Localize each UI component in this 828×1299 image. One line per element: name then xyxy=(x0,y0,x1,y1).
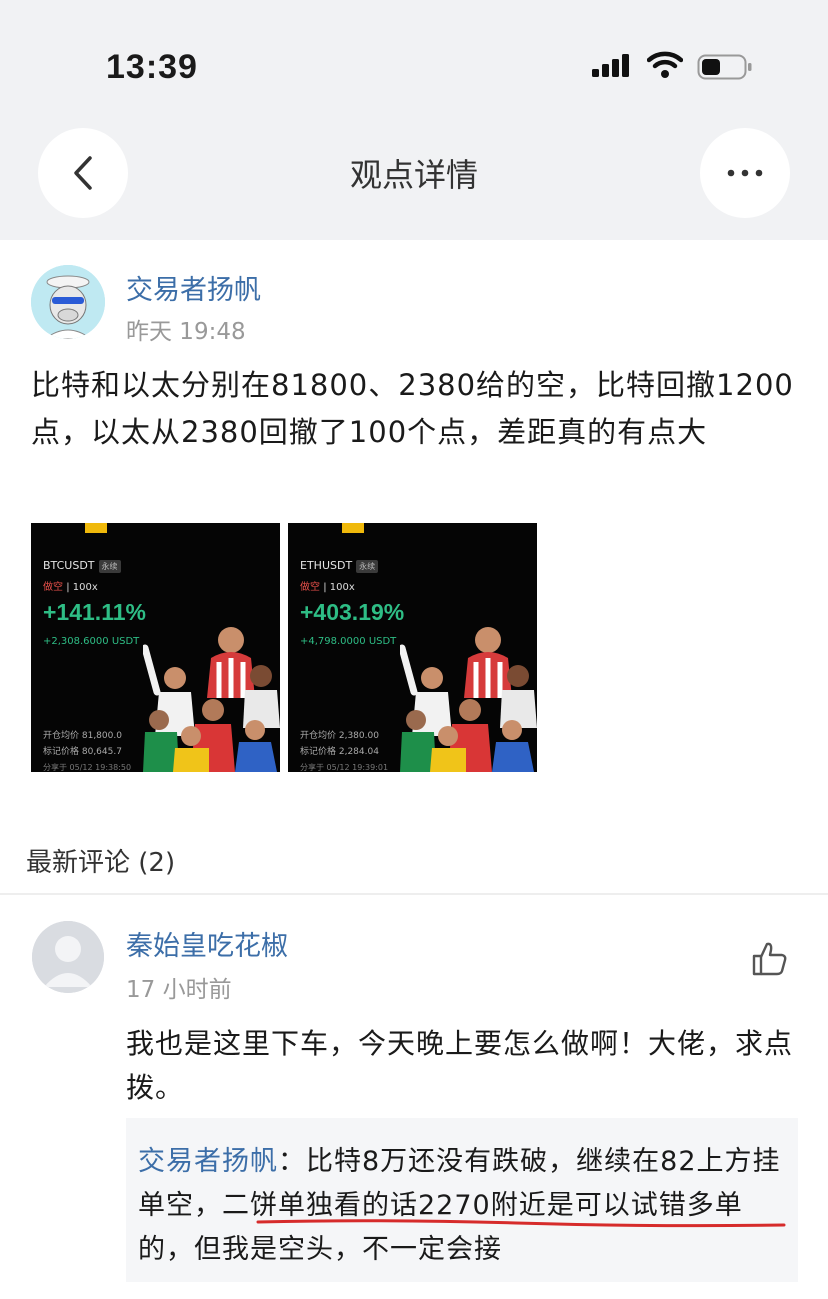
card-entry-price: 开仓均价 2,380.00 xyxy=(300,731,379,741)
trade-card-image[interactable]: ETHUSDT 永续 做空 | 100x +403.19% +4,798.0000… xyxy=(288,523,537,772)
thumbs-up-icon[interactable] xyxy=(750,940,788,978)
card-accent xyxy=(85,523,107,533)
card-pnl: +2,308.6000 USDT xyxy=(43,636,140,647)
comment-author[interactable]: 秦始皇吃花椒 xyxy=(126,924,288,963)
players-illustration xyxy=(143,627,280,772)
reply-text: 交易者扬帆：比特8万还没有跌破，继续在82上方挂单空，二饼单独看的话2270附近… xyxy=(138,1140,788,1272)
nav-bar: 观点详情 xyxy=(0,120,828,240)
card-entry-price: 开仓均价 81,800.0 xyxy=(43,731,122,741)
post-author[interactable]: 交易者扬帆 xyxy=(126,268,261,307)
card-return-pct: +403.19% xyxy=(300,599,405,625)
card-pair: ETHUSDT 永续 xyxy=(300,559,379,573)
more-dots-icon xyxy=(727,169,763,177)
wifi-icon xyxy=(647,51,683,78)
card-mark-price: 标记价格 2,284.04 xyxy=(300,747,379,757)
card-side: 做空 | 100x xyxy=(300,582,355,593)
comment-time: 17 小时前 xyxy=(126,977,232,1003)
post-text: 比特和以太分别在81800、2380给的空，比特回撤1200点，以太从2380回… xyxy=(31,368,794,449)
reply-author[interactable]: 交易者扬帆 xyxy=(138,1146,278,1177)
more-button[interactable] xyxy=(700,128,790,218)
card-side: 做空 | 100x xyxy=(43,582,98,593)
ape-avatar-image xyxy=(31,265,105,339)
status-bar: 13:39 xyxy=(0,0,828,120)
card-shared-time: 分享于 05/12 19:38:50 xyxy=(43,763,132,772)
players-illustration xyxy=(400,627,537,772)
author-avatar[interactable] xyxy=(31,265,105,339)
card-accent xyxy=(342,523,364,533)
default-avatar-icon xyxy=(32,921,104,993)
red-underline-annotation xyxy=(256,1219,786,1228)
card-mark-price: 标记价格 80,645.7 xyxy=(43,747,122,757)
card-shared-time: 分享于 05/12 19:39:01 xyxy=(300,763,389,772)
status-time: 13:39 xyxy=(106,48,198,86)
commenter-avatar[interactable] xyxy=(32,921,104,993)
divider xyxy=(0,893,828,895)
trade-card-image[interactable]: BTCUSDT 永续 做空 | 100x +141.11% +2,308.6000… xyxy=(31,523,280,772)
battery-icon xyxy=(697,54,752,80)
cellular-signal-icon xyxy=(592,54,629,77)
card-pnl: +4,798.0000 USDT xyxy=(300,636,397,647)
comments-header: 最新评论 (2) xyxy=(26,848,176,878)
comment-text: 我也是这里下车，今天晚上要怎么做啊！大佬，求点拨。 xyxy=(126,1027,794,1104)
card-pair: BTCUSDT 永续 xyxy=(43,559,121,573)
author-reply: 交易者扬帆：比特8万还没有跌破，继续在82上方挂单空，二饼单独看的话2270附近… xyxy=(126,1118,798,1282)
card-return-pct: +141.11% xyxy=(43,599,146,625)
post-time: 昨天 19:48 xyxy=(126,319,246,345)
